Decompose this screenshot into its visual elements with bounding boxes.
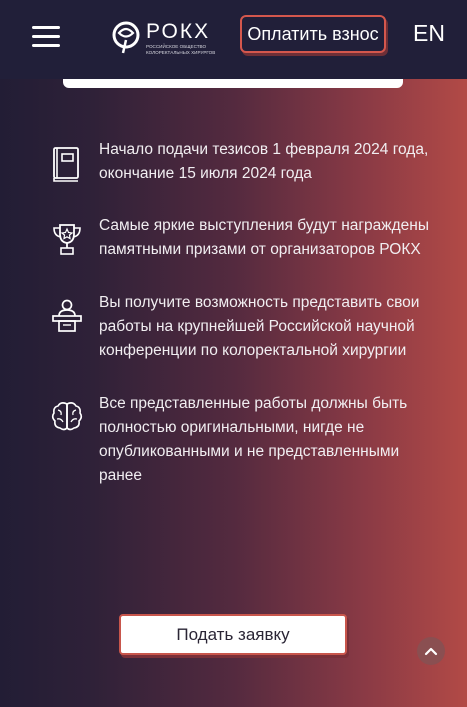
submit-application-button[interactable]: Подать заявку [119,614,347,655]
site-header: РОКХ РОССИЙСКОЕ ОБЩЕСТВО КОЛОРЕКТАЛЬНЫХ … [0,0,467,79]
logo-subtitle: РОССИЙСКОЕ ОБЩЕСТВО КОЛОРЕКТАЛЬНЫХ ХИРУР… [146,44,216,55]
scroll-to-top-button[interactable] [417,637,445,665]
chevron-up-icon [424,647,438,656]
logo-emblem-icon [112,21,140,54]
feature-text: Все представленные работы должны быть по… [99,395,408,484]
book-icon [51,146,83,182]
menu-icon[interactable] [32,24,60,48]
speaker-podium-icon [51,299,83,335]
pay-fee-button[interactable]: Оплатить взнос [240,15,386,53]
logo-text: РОКХ [146,20,211,43]
language-switch[interactable]: EN [413,20,445,47]
feature-text: Самые яркие выступления будут награждены… [99,217,429,258]
site-logo[interactable]: РОКХ РОССИЙСКОЕ ОБЩЕСТВО КОЛОРЕКТАЛЬНЫХ … [110,20,220,60]
feature-text: Вы получите возможность представить свои… [99,294,420,359]
brain-icon [51,400,83,436]
trophy-icon [51,222,83,258]
feature-text: Начало подачи тезисов 1 февраля 2024 год… [99,141,429,182]
